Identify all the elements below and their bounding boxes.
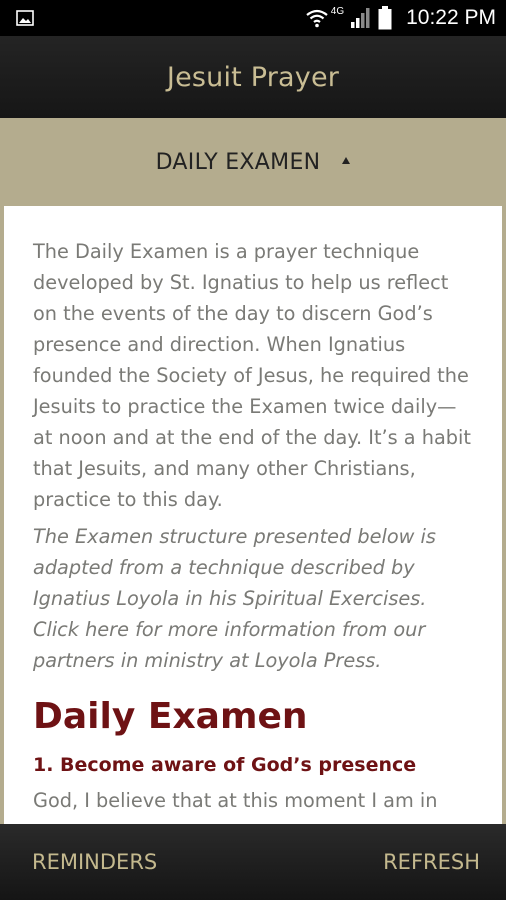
step-1-text: God, I believe that at this moment I am … [33,789,438,812]
gallery-icon [16,10,34,26]
reminders-button[interactable]: REMINDERS [32,824,157,900]
network-type-label: 4G [330,5,345,17]
examen-heading: Daily Examen [33,696,308,737]
content-card[interactable]: The Daily Examen is a prayer technique d… [4,206,502,824]
status-icons: 4G 10:22 PM [305,0,496,36]
signal-icon [351,8,370,28]
bottom-action-bar: REMINDERS REFRESH [0,824,506,900]
status-bar: 4G 10:22 PM [0,0,506,36]
source-note-link[interactable]: The Examen structure presented below is … [33,521,472,676]
app-title: Jesuit Prayer [166,61,340,93]
battery-icon [378,6,392,30]
wifi-icon [306,9,328,28]
status-time: 10:22 PM [406,6,496,29]
refresh-button[interactable]: REFRESH [383,824,480,900]
app-header: Jesuit Prayer [0,36,506,118]
step-1-heading: 1. Become aware of God’s presence [33,754,417,776]
section-selector[interactable]: DAILY EXAMEN [0,118,506,206]
caret-up-icon [342,156,351,164]
intro-paragraph: The Daily Examen is a prayer technique d… [33,240,471,511]
section-title: DAILY EXAMEN [155,149,321,175]
content-body: The Daily Examen is a prayer technique d… [4,206,502,816]
